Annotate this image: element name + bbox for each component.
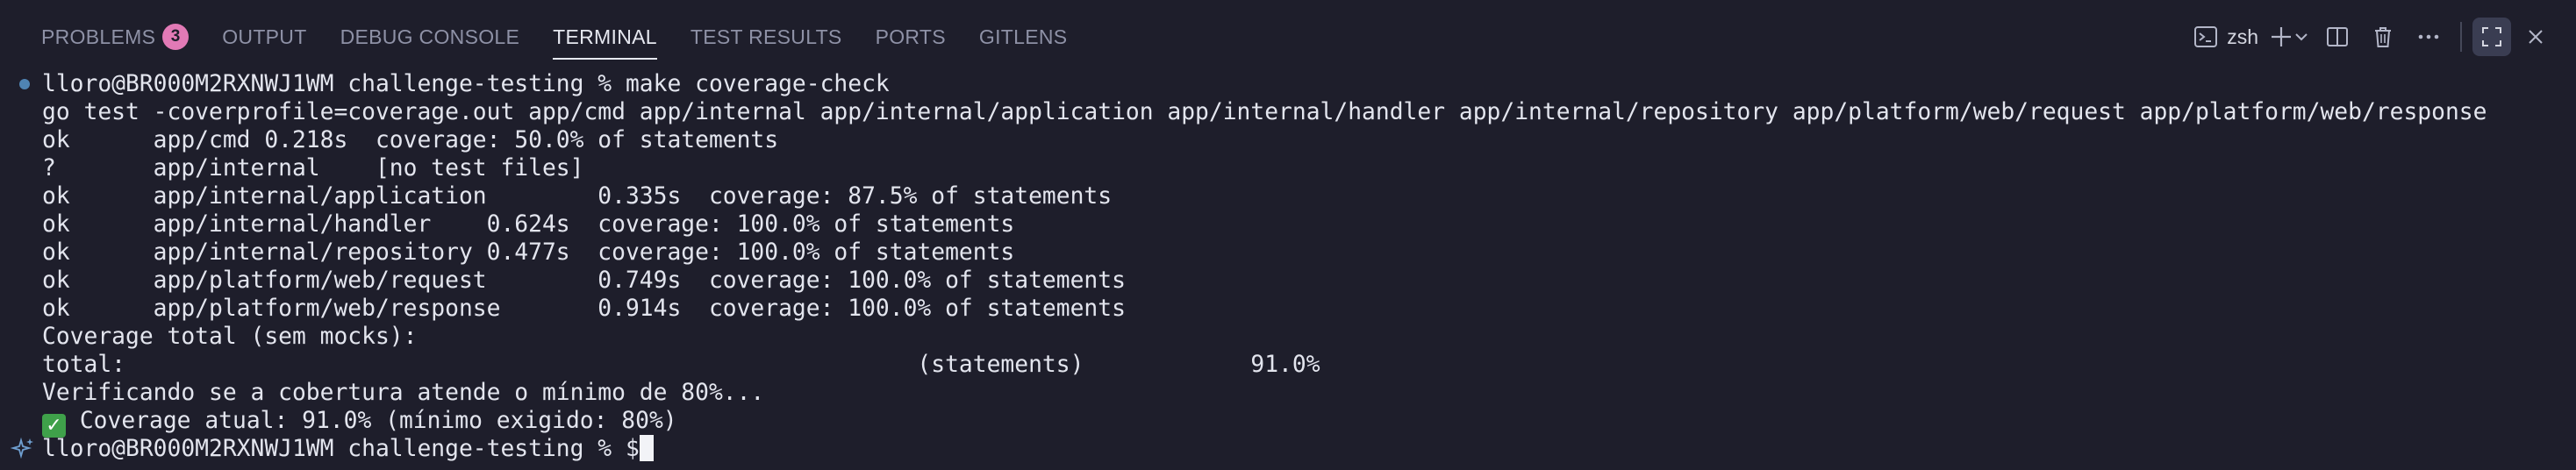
check-mark-icon: ✓	[42, 414, 66, 438]
tab-ports[interactable]: PORTS	[859, 0, 962, 74]
close-icon	[2524, 25, 2547, 48]
trash-icon	[2371, 25, 2395, 49]
terminal-line: ok app/internal/repository 0.477s covera…	[42, 239, 1015, 266]
panel-header: PROBLEMS 3 OUTPUT DEBUG CONSOLE TERMINAL…	[0, 0, 2576, 74]
terminal-line: lloro@BR000M2RXNWJ1WM challenge-testing …	[42, 71, 890, 97]
panel-actions: zsh	[2190, 0, 2557, 74]
kill-terminal-button[interactable]	[2362, 18, 2404, 56]
terminal-line: ? app/internal [no test files]	[42, 155, 584, 182]
prompt-text: lloro@BR000M2RXNWJ1WM challenge-testing …	[42, 436, 640, 462]
maximize-icon	[2479, 25, 2504, 49]
terminal-line: ✓ Coverage atual: 91.0% (mínimo exigido:…	[42, 407, 677, 438]
tab-test-results-label: TEST RESULTS	[690, 25, 842, 48]
terminal-line: ok app/platform/web/request 0.749s cover…	[42, 267, 1126, 294]
terminal-line: total: (statements) 91.0%	[42, 352, 1320, 378]
split-terminal-button[interactable]	[2316, 18, 2358, 56]
split-icon	[2325, 25, 2350, 49]
maximize-panel-button[interactable]	[2472, 18, 2511, 56]
tab-problems[interactable]: PROBLEMS 3	[25, 0, 205, 74]
tab-debug-console[interactable]: DEBUG CONSOLE	[324, 0, 537, 74]
tab-gitlens-label: GITLENS	[978, 25, 1068, 48]
more-actions-button[interactable]	[2408, 18, 2450, 56]
tab-test-results[interactable]: TEST RESULTS	[674, 0, 859, 74]
terminal-shell-selector[interactable]: zsh	[2190, 18, 2262, 56]
terminal-prompt-line[interactable]: lloro@BR000M2RXNWJ1WM challenge-testing …	[42, 435, 654, 463]
tab-output[interactable]: OUTPUT	[205, 0, 323, 74]
panel-tabs: PROBLEMS 3 OUTPUT DEBUG CONSOLE TERMINAL…	[25, 0, 1084, 74]
close-panel-button[interactable]	[2515, 18, 2557, 56]
terminal-line: go test -coverprofile=coverage.out app/c…	[42, 99, 2487, 125]
actions-divider	[2460, 22, 2462, 52]
tab-output-label: OUTPUT	[222, 25, 307, 48]
ellipsis-icon	[2416, 25, 2441, 49]
terminal-icon	[2193, 25, 2218, 49]
chevron-down-icon[interactable]	[2293, 29, 2309, 45]
terminal-line: Verificando se a cobertura atende o míni…	[42, 380, 765, 406]
terminal-line: ok app/internal/application 0.335s cover…	[42, 183, 1113, 210]
coverage-result-text: Coverage atual: 91.0% (mínimo exigido: 8…	[66, 408, 677, 434]
tab-terminal[interactable]: TERMINAL	[536, 0, 674, 74]
problems-count-badge: 3	[162, 24, 190, 50]
terminal-line: ok app/internal/handler 0.624s coverage:…	[42, 211, 1015, 238]
command-status-dot[interactable]	[19, 79, 30, 89]
terminal-line: ok app/cmd 0.218s coverage: 50.0% of sta…	[42, 127, 779, 153]
terminal-line: ok app/platform/web/response 0.914s cove…	[42, 296, 1126, 322]
new-terminal-button[interactable]	[2265, 18, 2313, 56]
tab-debug-console-label: DEBUG CONSOLE	[340, 25, 520, 48]
terminal-output[interactable]: lloro@BR000M2RXNWJ1WM challenge-testing …	[0, 70, 2576, 470]
terminal-cursor	[639, 435, 654, 461]
shell-name-label: zsh	[2227, 25, 2258, 48]
tab-terminal-label: TERMINAL	[553, 25, 657, 48]
terminal-line: Coverage total (sem mocks):	[42, 324, 418, 350]
sparkle-icon[interactable]	[10, 435, 37, 461]
tab-gitlens[interactable]: GITLENS	[962, 0, 1084, 74]
tab-problems-label: PROBLEMS	[41, 25, 156, 48]
tab-ports-label: PORTS	[875, 25, 946, 48]
plus-icon	[2269, 25, 2293, 49]
